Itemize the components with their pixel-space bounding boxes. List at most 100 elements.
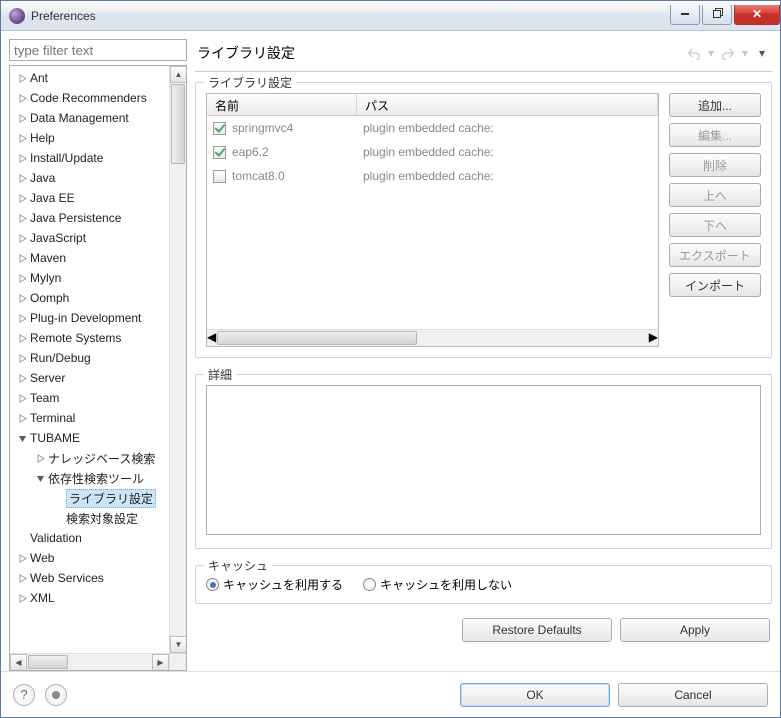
expand-icon[interactable]	[16, 252, 28, 264]
cache-nouse-radio[interactable]: キャッシュを利用しない	[363, 576, 512, 593]
tree-item[interactable]: ナレッジベース検索	[10, 448, 186, 468]
expand-icon[interactable]	[16, 132, 28, 144]
expand-icon[interactable]	[16, 272, 28, 284]
import-button[interactable]: インポート	[669, 273, 761, 297]
expand-icon[interactable]	[16, 312, 28, 324]
library-table[interactable]: 名前 パス springmvc4plugin embedded cache:ea…	[206, 93, 659, 347]
tree-item[interactable]: Code Recommenders	[10, 88, 186, 108]
tree-item[interactable]: ライブラリ設定	[10, 488, 186, 508]
nav-back-icon[interactable]	[686, 45, 702, 61]
tree-horizontal-scrollbar[interactable]: ◀ ▶	[10, 653, 169, 670]
expand-icon[interactable]	[16, 552, 28, 564]
minimize-button[interactable]	[670, 5, 700, 25]
scroll-thumb[interactable]	[217, 331, 417, 345]
apply-button[interactable]: Apply	[620, 618, 770, 642]
tree-item[interactable]: Java EE	[10, 188, 186, 208]
table-horizontal-scrollbar[interactable]: ◀ ▶	[207, 329, 658, 346]
cancel-button[interactable]: Cancel	[618, 683, 768, 707]
table-row[interactable]: eap6.2plugin embedded cache:	[207, 140, 658, 164]
column-header-name[interactable]: 名前	[207, 94, 357, 115]
tree-item[interactable]: XML	[10, 588, 186, 608]
view-menu-icon[interactable]: ▾	[754, 45, 770, 61]
expand-icon[interactable]	[34, 452, 46, 464]
scroll-thumb[interactable]	[171, 84, 185, 164]
expand-icon[interactable]	[16, 232, 28, 244]
tree-item[interactable]: Data Management	[10, 108, 186, 128]
tree-item[interactable]: Help	[10, 128, 186, 148]
scroll-thumb[interactable]	[28, 655, 68, 669]
tree-item[interactable]: Web	[10, 548, 186, 568]
expand-icon[interactable]	[16, 352, 28, 364]
expand-icon[interactable]	[16, 392, 28, 404]
tree-item[interactable]: Web Services	[10, 568, 186, 588]
expand-icon[interactable]	[16, 192, 28, 204]
expand-icon[interactable]	[16, 172, 28, 184]
tree-item[interactable]: Mylyn	[10, 268, 186, 288]
row-checkbox[interactable]	[213, 122, 226, 135]
row-checkbox[interactable]	[213, 170, 226, 183]
up-button[interactable]: 上へ	[669, 183, 761, 207]
add-button[interactable]: 追加...	[669, 93, 761, 117]
expand-icon[interactable]	[16, 412, 28, 424]
tree-item[interactable]: Install/Update	[10, 148, 186, 168]
scroll-right-icon[interactable]: ▶	[152, 654, 169, 671]
tree-item[interactable]: Java	[10, 168, 186, 188]
tree-item[interactable]: Terminal	[10, 408, 186, 428]
tree-item[interactable]: Run/Debug	[10, 348, 186, 368]
tree-vertical-scrollbar[interactable]: ▲ ▼	[169, 66, 186, 653]
table-row[interactable]: springmvc4plugin embedded cache:	[207, 116, 658, 140]
scroll-down-icon[interactable]: ▼	[170, 636, 187, 653]
expand-icon[interactable]	[16, 72, 28, 84]
expand-icon[interactable]	[16, 152, 28, 164]
tree-item[interactable]: Validation	[10, 528, 186, 548]
scroll-right-icon[interactable]: ▶	[649, 330, 658, 346]
expand-icon[interactable]	[16, 332, 28, 344]
expand-icon[interactable]	[16, 372, 28, 384]
table-row[interactable]: tomcat8.0plugin embedded cache:	[207, 164, 658, 188]
scroll-left-icon[interactable]: ◀	[10, 654, 27, 671]
expand-icon[interactable]	[16, 292, 28, 304]
row-checkbox[interactable]	[213, 146, 226, 159]
expand-icon[interactable]	[16, 212, 28, 224]
edit-button[interactable]: 編集...	[669, 123, 761, 147]
help-icon[interactable]: ?	[13, 684, 35, 706]
close-button[interactable]: ✕	[734, 5, 780, 25]
collapse-icon[interactable]	[34, 472, 46, 484]
tree-item[interactable]: TUBAME	[10, 428, 186, 448]
tree-item[interactable]: Java Persistence	[10, 208, 186, 228]
collapse-icon[interactable]	[16, 432, 28, 444]
maximize-button[interactable]	[702, 5, 732, 25]
tree-item[interactable]: 依存性検索ツール	[10, 468, 186, 488]
tree-item[interactable]: Maven	[10, 248, 186, 268]
progress-icon[interactable]	[45, 684, 67, 706]
scroll-up-icon[interactable]: ▲	[170, 66, 187, 83]
filter-input[interactable]	[9, 39, 187, 61]
export-button[interactable]: エクスポート	[669, 243, 761, 267]
tree-item[interactable]: Ant	[10, 68, 186, 88]
detail-textarea[interactable]	[206, 385, 761, 535]
expand-icon[interactable]	[16, 592, 28, 604]
expand-icon[interactable]	[16, 92, 28, 104]
tree-item[interactable]: Oomph	[10, 288, 186, 308]
column-header-path[interactable]: パス	[357, 94, 658, 115]
nav-forward-icon[interactable]	[720, 45, 736, 61]
down-button[interactable]: 下へ	[669, 213, 761, 237]
tree-item[interactable]: Server	[10, 368, 186, 388]
row-path: plugin embedded cache:	[357, 169, 658, 183]
preference-tree[interactable]: AntCode RecommendersData ManagementHelpI…	[9, 65, 187, 671]
tree-item-label: TUBAME	[30, 431, 80, 445]
restore-defaults-button[interactable]: Restore Defaults	[462, 618, 612, 642]
delete-button[interactable]: 削除	[669, 153, 761, 177]
tree-item[interactable]: Remote Systems	[10, 328, 186, 348]
ok-button[interactable]: OK	[460, 683, 610, 707]
tree-item[interactable]: JavaScript	[10, 228, 186, 248]
tree-item[interactable]: Team	[10, 388, 186, 408]
expand-icon[interactable]	[16, 112, 28, 124]
row-name: eap6.2	[232, 145, 269, 159]
scroll-left-icon[interactable]: ◀	[207, 330, 216, 346]
expand-icon[interactable]	[16, 572, 28, 584]
tree-item[interactable]: 検索対象設定	[10, 508, 186, 528]
tree-item[interactable]: Plug-in Development	[10, 308, 186, 328]
tree-item-label: Terminal	[30, 411, 75, 425]
cache-use-radio[interactable]: キャッシュを利用する	[206, 576, 343, 593]
